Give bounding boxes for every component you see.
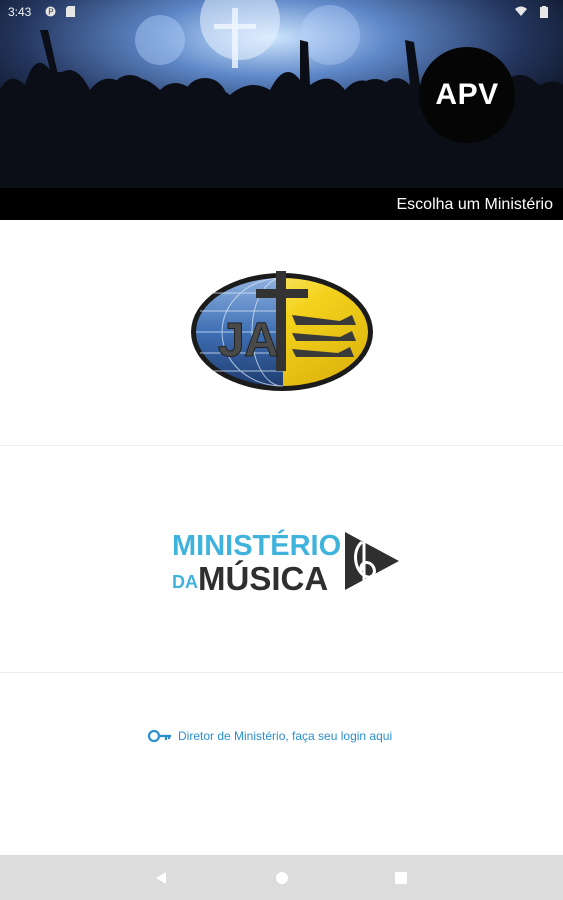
ministry-card-musica[interactable]: MINISTÉRIO DA MÚSICA [0, 446, 563, 673]
svg-text:P: P [48, 8, 53, 17]
director-login-label: Diretor de Ministério, faça seu login aq… [178, 729, 393, 743]
home-icon [276, 872, 288, 884]
wifi-icon [515, 6, 527, 17]
play-icon [345, 532, 399, 590]
logo-line2-small: DA [172, 572, 198, 592]
section-title-bar: Escolha um Ministério [0, 188, 563, 220]
recents-icon [395, 872, 407, 884]
status-bar: 3:43 P [0, 0, 563, 24]
header-banner: APV [0, 0, 563, 188]
back-icon [156, 872, 166, 884]
svg-text:A: A [244, 314, 279, 367]
apv-badge: APV [419, 47, 515, 143]
jat-logo: J A [191, 271, 373, 391]
key-icon [148, 729, 171, 743]
recents-button[interactable] [390, 867, 412, 889]
back-button[interactable] [150, 867, 172, 889]
battery-icon [540, 6, 548, 18]
director-login-link[interactable]: Diretor de Ministério, faça seu login aq… [148, 727, 392, 745]
ministerio-da-musica-logo: MINISTÉRIO DA MÚSICA [172, 528, 399, 597]
home-button[interactable] [271, 867, 293, 889]
logo-line2-big: MÚSICA [198, 560, 328, 597]
sd-card-icon [66, 6, 77, 17]
notification-icon: P [45, 6, 56, 17]
logo-line1: MINISTÉRIO [172, 528, 341, 562]
status-time: 3:43 [8, 5, 32, 19]
system-navigation-bar [0, 855, 563, 900]
section-title: Escolha um Ministério [396, 196, 554, 213]
svg-text:J: J [218, 314, 245, 367]
ministry-card-jat[interactable]: J A [0, 221, 563, 446]
